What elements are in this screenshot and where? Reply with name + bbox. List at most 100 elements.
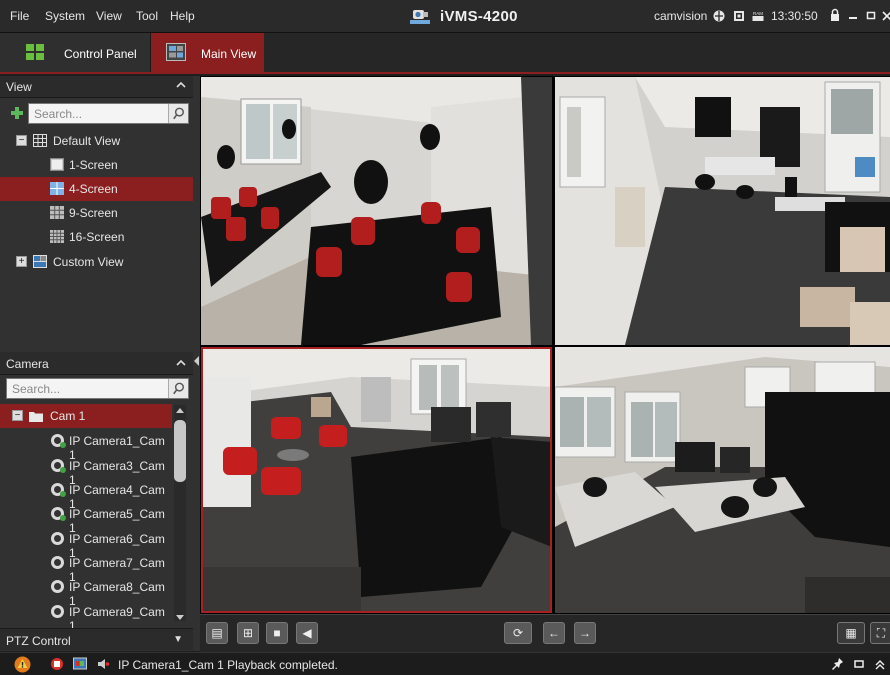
camera-online-icon: [51, 434, 66, 448]
search-icon[interactable]: [168, 379, 188, 398]
camera-online-icon: [51, 507, 66, 521]
video-pane-4[interactable]: [555, 347, 890, 613]
ram-icon: RAM: [752, 10, 764, 22]
minimize-icon[interactable]: [846, 7, 860, 23]
tree-default-view[interactable]: − Default View: [0, 129, 193, 153]
camera-online-icon: [51, 483, 66, 497]
username: camvision: [654, 9, 708, 23]
tree-label: 16-Screen: [69, 230, 125, 244]
collapse-icon[interactable]: [873, 657, 887, 671]
prev-icon[interactable]: ←: [543, 622, 565, 644]
audio-icon[interactable]: [96, 657, 110, 671]
scroll-up-icon[interactable]: [176, 407, 184, 413]
scroll-down-icon[interactable]: [176, 615, 184, 621]
camera-item[interactable]: IP Camera4_Cam 1: [0, 478, 172, 511]
camera-item[interactable]: IP Camera9_Cam 1: [0, 600, 172, 633]
view-toolbar: ▤ ⊞ ■ ◀ ⟳ ← → ▦ ⛶: [200, 614, 890, 652]
nine-screen-icon: [50, 206, 64, 219]
mute-icon[interactable]: ◀: [296, 622, 318, 644]
pin-icon[interactable]: [830, 657, 844, 671]
view-search-placeholder: Search...: [34, 107, 83, 121]
camera-feed-image: [555, 77, 890, 345]
tree-4-screen[interactable]: 4-Screen: [0, 177, 193, 201]
next-icon[interactable]: →: [574, 622, 596, 644]
menu-help[interactable]: Help: [170, 9, 195, 23]
collapse-panel-icon[interactable]: [193, 356, 200, 366]
tree-16-screen[interactable]: 16-Screen: [0, 225, 193, 249]
camera-feed-image: [201, 347, 552, 613]
camera-item[interactable]: IP Camera3_Cam 1: [0, 454, 172, 487]
refresh-icon[interactable]: ⟳: [504, 622, 532, 644]
add-view-icon[interactable]: [10, 106, 24, 120]
view-search-input[interactable]: Search...: [28, 103, 189, 124]
menu-tool[interactable]: Tool: [136, 9, 158, 23]
main-view-icon: [166, 43, 186, 61]
camera-item[interactable]: IP Camera6_Cam 1: [0, 527, 172, 560]
view-section-header[interactable]: View: [0, 76, 193, 98]
stop-all-icon[interactable]: ■: [266, 622, 288, 644]
camera-item[interactable]: IP Camera5_Cam 1: [0, 502, 172, 535]
one-screen-icon: [50, 158, 64, 171]
tree-label: Default View: [53, 134, 121, 148]
video-grid: [200, 76, 890, 614]
lock-icon[interactable]: [828, 7, 842, 23]
multi-layout-icon[interactable]: ⊞: [237, 622, 259, 644]
video-pane-3-selected[interactable]: [201, 347, 552, 613]
status-message: IP Camera1_Cam 1 Playback completed.: [118, 658, 338, 672]
expand-icon[interactable]: +: [16, 256, 27, 267]
screen-icon[interactable]: [73, 657, 87, 671]
collapse-icon[interactable]: −: [16, 135, 27, 146]
camera-item[interactable]: IP Camera1_Cam 1: [0, 429, 172, 462]
camera-group-label: Cam 1: [50, 409, 86, 423]
tab-control-panel[interactable]: Control Panel: [0, 33, 151, 72]
camera-section-title: Camera: [6, 357, 49, 371]
camera-group-cam1[interactable]: − Cam 1: [0, 404, 172, 428]
menu-file[interactable]: File: [10, 9, 29, 23]
app-title: iVMS-4200: [440, 8, 518, 25]
camera-online-icon: [51, 459, 66, 473]
camera-item[interactable]: IP Camera7_Cam 1: [0, 551, 172, 584]
camera-search-input[interactable]: Search...: [6, 378, 189, 399]
camera-feed-image: [555, 347, 890, 613]
camera-section-header[interactable]: Camera: [0, 352, 193, 375]
app-logo-icon: [410, 10, 430, 24]
close-icon[interactable]: [880, 7, 890, 23]
ptz-section-header[interactable]: PTZ Control ▼: [0, 628, 193, 650]
scrollbar-thumb[interactable]: [174, 420, 186, 482]
window-mode-icon[interactable]: ▦: [837, 622, 865, 644]
tree-custom-view[interactable]: + Custom View: [0, 251, 193, 275]
layout-icon[interactable]: ▤: [206, 622, 228, 644]
chevron-up-icon[interactable]: [175, 79, 187, 91]
chevron-down-icon[interactable]: ▼: [173, 634, 183, 645]
menu-view[interactable]: View: [96, 9, 122, 23]
tree-1-screen[interactable]: 1-Screen: [0, 153, 193, 177]
video-pane-2[interactable]: [555, 77, 890, 345]
tree-label: Custom View: [53, 255, 124, 269]
video-pane-1[interactable]: [201, 77, 552, 345]
four-screen-icon: [50, 182, 64, 195]
tab-main-view[interactable]: Main View: [151, 33, 264, 72]
camera-icon: [51, 532, 64, 545]
menu-system[interactable]: System: [45, 9, 85, 23]
clock: 13:30:50: [771, 9, 818, 23]
camera-icon: [51, 580, 64, 593]
record-icon[interactable]: [50, 657, 64, 671]
alarm-icon[interactable]: [14, 656, 31, 673]
tab-main-view-label: Main View: [201, 47, 257, 61]
status-bar: IP Camera1_Cam 1 Playback completed.: [0, 652, 890, 675]
maximize-icon[interactable]: [864, 7, 878, 23]
tab-control-panel-label: Control Panel: [64, 47, 137, 61]
camera-icon: [51, 605, 64, 618]
restore-icon[interactable]: [852, 657, 866, 671]
svg-text:RAM: RAM: [753, 11, 763, 16]
camera-item[interactable]: IP Camera8_Cam 1: [0, 575, 172, 608]
search-icon[interactable]: [168, 104, 188, 123]
tab-bar: Control Panel Main View: [0, 33, 890, 74]
tree-9-screen[interactable]: 9-Screen: [0, 201, 193, 225]
collapse-icon[interactable]: −: [12, 410, 23, 421]
menu-bar: File System View Tool Help iVMS-4200 cam…: [0, 0, 890, 33]
tree-label: 9-Screen: [69, 206, 118, 220]
camera-icon: [51, 556, 64, 569]
chevron-up-icon[interactable]: [175, 357, 187, 369]
fullscreen-icon[interactable]: ⛶: [870, 622, 890, 644]
